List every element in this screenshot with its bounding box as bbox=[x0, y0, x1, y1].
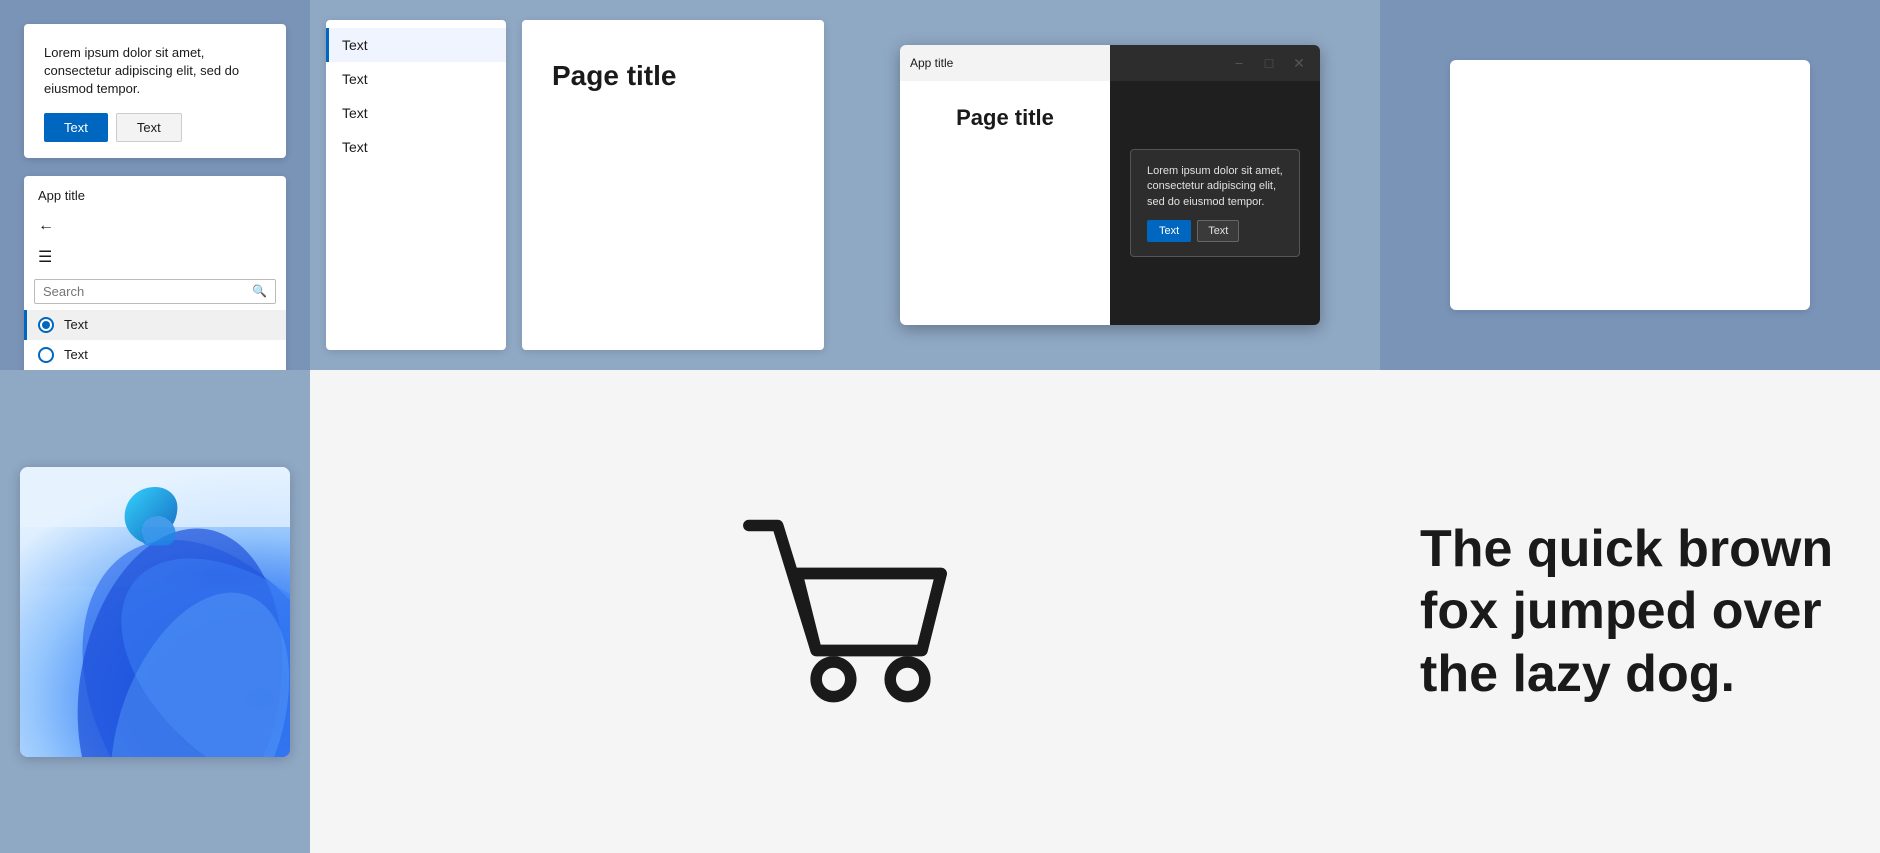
split-window-titlebar: App title − □ ✕ bbox=[900, 45, 1320, 81]
dialog-buttons: Text Text bbox=[44, 113, 266, 142]
split-window-body: Page title Lorem ipsum dolor sit amet, c… bbox=[900, 81, 1320, 325]
list-item-4[interactable]: Text bbox=[326, 130, 506, 164]
split-dark-half: Lorem ipsum dolor sit amet, consectetur … bbox=[1110, 81, 1320, 325]
nav-search-box: 🔍 bbox=[34, 279, 276, 304]
popup-buttons: Text Text bbox=[1147, 220, 1283, 242]
minimize-button[interactable]: − bbox=[1228, 52, 1250, 74]
page-title-panel: Page title bbox=[522, 20, 824, 350]
hamburger-icon: ☰ bbox=[38, 247, 52, 267]
browser-mock bbox=[20, 467, 290, 757]
nav-back-button[interactable]: ← bbox=[24, 211, 286, 241]
nav-item-1[interactable]: Text bbox=[24, 310, 286, 340]
popup-primary-button[interactable]: Text bbox=[1147, 220, 1191, 242]
split-window: App title − □ ✕ Page title Lorem ipsum d… bbox=[900, 45, 1320, 325]
cell-bottom-left bbox=[0, 370, 310, 853]
close-button[interactable]: ✕ bbox=[1288, 52, 1310, 74]
list-item-3[interactable]: Text bbox=[326, 96, 506, 130]
search-icon: 🔍 bbox=[252, 284, 267, 298]
list-panel: Text Text Text Text bbox=[326, 20, 506, 350]
list-item-2[interactable]: Text bbox=[326, 62, 506, 96]
cell-top-center-right: App title − □ ✕ Page title Lorem ipsum d… bbox=[840, 0, 1380, 370]
nav-hamburger-button[interactable]: ☰ bbox=[24, 241, 286, 273]
dialog-box: Lorem ipsum dolor sit amet, consectetur … bbox=[24, 24, 286, 158]
radio-inactive-icon bbox=[38, 347, 54, 363]
cell-top-right bbox=[1380, 0, 1880, 370]
restore-button[interactable]: □ bbox=[1258, 52, 1280, 74]
titlebar-controls: − □ ✕ bbox=[1228, 52, 1310, 74]
split-app-title: App title bbox=[910, 56, 1228, 70]
popup-body-text: Lorem ipsum dolor sit amet, consectetur … bbox=[1147, 164, 1283, 210]
sample-text-block: The quick brown fox jumped over the lazy… bbox=[1420, 518, 1833, 705]
dialog-secondary-button[interactable]: Text bbox=[116, 113, 182, 142]
dialog-primary-button[interactable]: Text bbox=[44, 113, 108, 142]
cell-bottom-center bbox=[310, 370, 1380, 853]
white-box bbox=[1450, 60, 1810, 310]
back-arrow-icon: ← bbox=[38, 217, 54, 235]
edge-logo-icon bbox=[115, 475, 195, 555]
nav-item-1-label: Text bbox=[64, 317, 88, 332]
cell-top-left: Lorem ipsum dolor sit amet, consectetur … bbox=[0, 0, 310, 370]
split-page-title: Page title bbox=[956, 105, 1054, 131]
radio-active-icon bbox=[38, 317, 54, 333]
cell-top-center-left: Text Text Text Text Page title bbox=[310, 0, 840, 370]
nav-panel: App title ← ☰ 🔍 Text Text bbox=[24, 176, 286, 378]
shopping-cart-icon bbox=[720, 492, 970, 732]
sample-text-line2: fox jumped over bbox=[1420, 580, 1833, 642]
dialog-body-text: Lorem ipsum dolor sit amet, consectetur … bbox=[44, 44, 266, 99]
cell-bottom-right: The quick brown fox jumped over the lazy… bbox=[1380, 370, 1880, 853]
search-input[interactable] bbox=[43, 284, 252, 299]
dialog-popup: Lorem ipsum dolor sit amet, consectetur … bbox=[1130, 149, 1300, 257]
list-item-1[interactable]: Text bbox=[326, 28, 506, 62]
nav-item-2-label: Text bbox=[64, 347, 88, 362]
popup-secondary-button[interactable]: Text bbox=[1197, 220, 1239, 242]
page-title: Page title bbox=[552, 60, 676, 92]
sample-text-line1: The quick brown bbox=[1420, 518, 1833, 580]
nav-app-title: App title bbox=[24, 188, 286, 211]
sample-text-line3: the lazy dog. bbox=[1420, 643, 1833, 705]
nav-item-2[interactable]: Text bbox=[24, 340, 286, 370]
split-light-half: Page title bbox=[900, 81, 1110, 325]
